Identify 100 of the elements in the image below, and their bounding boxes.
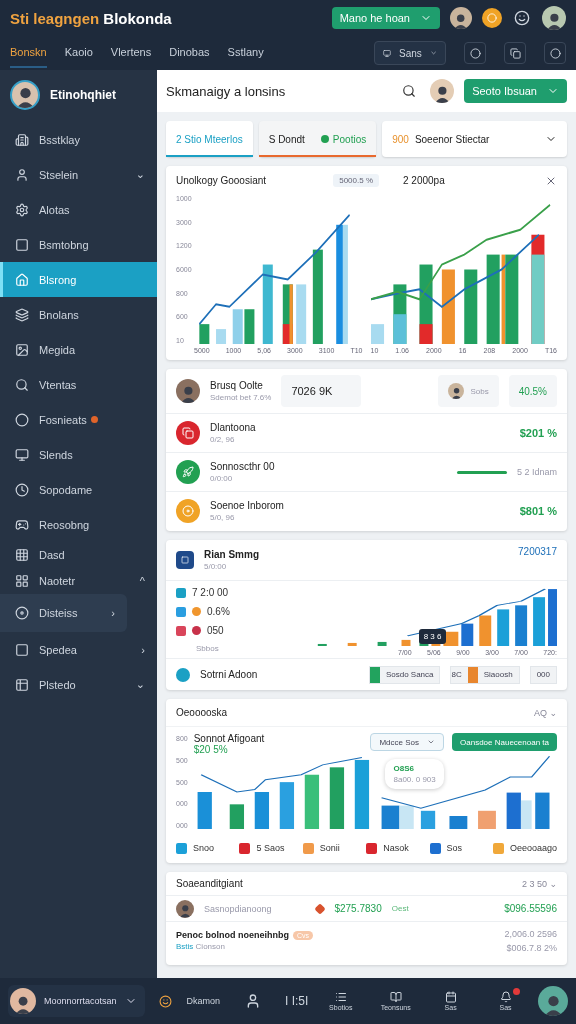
sidebar-item[interactable]: Vtentas	[0, 367, 157, 402]
user-name: Sobs	[470, 386, 489, 396]
monitor-icon	[383, 47, 391, 59]
list-icon	[334, 991, 347, 1003]
caret-icon	[429, 48, 437, 58]
avatar	[542, 6, 566, 30]
account-subtitle: 0/2, 96	[210, 435, 236, 444]
filter-dropdown[interactable]: 900 Soeenor Stiectar	[382, 121, 567, 157]
sidebar-item[interactable]: Slends	[0, 437, 157, 472]
chevron: ⌄	[135, 168, 145, 181]
nav-tab[interactable]: Kaoio	[64, 38, 93, 68]
account-value: $201 %	[519, 427, 557, 439]
legend-chip[interactable]: 8C Siaoosh	[450, 665, 520, 684]
card-title: Oeooooska	[176, 707, 229, 718]
sidebar-item[interactable]: Dasd	[0, 542, 157, 568]
ledger-subtitle: Bstis Cionson	[176, 942, 226, 951]
chevron: ⌄	[135, 678, 145, 691]
sidebar-item[interactable]: Bnolans	[0, 297, 157, 332]
sidebar-item[interactable]: Plstedo ⌄	[0, 667, 157, 702]
avatar	[10, 80, 40, 110]
sidebar-item[interactable]: Bsmtobng	[0, 227, 157, 262]
profile-name: Etinohqhiet	[50, 88, 116, 102]
range-select[interactable]: 2 3 50 ⌄	[521, 878, 557, 889]
select-field[interactable]: Sans	[374, 41, 446, 65]
sidebar-item[interactable]: Disteiss ›	[0, 594, 127, 632]
chart-title: Sonnot Afigoant	[193, 733, 266, 744]
ledger-value: 2,006.0 2596	[504, 928, 557, 939]
menu-icon	[15, 412, 29, 427]
menu-icon	[15, 342, 29, 357]
sidebar-item[interactable]: Bsstklay	[0, 122, 157, 157]
account-name: Dlantoona	[210, 422, 257, 433]
time-text: I I:5I	[285, 994, 309, 1008]
chart-value: $20 5%	[193, 744, 229, 755]
menu-icon	[15, 606, 29, 620]
nav-tab[interactable]: Sstlany	[227, 38, 264, 68]
status-icon	[320, 135, 329, 143]
card-title: Unolkogy Gooosiant	[176, 175, 267, 186]
sidebar-item[interactable]: Alotas	[0, 192, 157, 227]
sidebar-item[interactable]: Naotetr ^	[0, 568, 157, 594]
nav-tab[interactable]: Vlertens	[110, 38, 152, 68]
range-select[interactable]: AQ ⌄	[533, 707, 557, 718]
menu-icon	[15, 517, 29, 532]
avatar	[450, 7, 472, 29]
chevron: ›	[141, 643, 145, 656]
legend-value: 7 2:0 00	[192, 587, 229, 598]
ledger-name: Sasnopdianoong	[204, 903, 273, 914]
nav-tab[interactable]: Dinobas	[169, 38, 210, 68]
menu-icon	[15, 548, 29, 562]
book-icon	[389, 991, 402, 1003]
page-title: Skmanaigy a lonsins	[166, 83, 287, 99]
select-button[interactable]: Mdcce Sos	[370, 733, 445, 751]
account-value: 5 2 Idnam	[516, 467, 557, 477]
legend-label: Sos	[446, 843, 463, 853]
change-value: 40.5%	[518, 385, 547, 397]
tab[interactable]: S Dondt Pootios	[258, 121, 377, 157]
smiley-icon[interactable]	[512, 8, 532, 28]
menu-icon	[15, 677, 29, 692]
ledger-amount: $275.7830	[334, 903, 382, 914]
menu-icon	[15, 237, 29, 252]
bell-icon	[499, 991, 512, 1003]
sidebar-item[interactable]: Sopodame	[0, 472, 157, 507]
chart-title: 2 2000pa	[402, 175, 446, 186]
chart-tooltip: O8S6 8a00. 0 903	[385, 759, 444, 789]
copy-icon[interactable]	[504, 42, 526, 64]
card-title: Soaeanditgiant	[176, 878, 244, 889]
menu-icon	[15, 642, 29, 657]
sidebar-item[interactable]: Megida	[0, 332, 157, 367]
chevron: ›	[111, 607, 115, 619]
nav-tab[interactable]: Bonskn	[10, 38, 47, 68]
legend-chip[interactable]: 000	[529, 665, 557, 684]
legend-label: Oeeooaago	[509, 843, 557, 853]
legend-chip[interactable]: Sosdo Sanca	[368, 665, 441, 684]
account-name: Sonnoscthr 00	[210, 461, 276, 472]
profile-name: Brusq Oolte	[210, 380, 264, 391]
account-name: Soenoe Inborom	[210, 500, 285, 511]
trend-bar	[456, 470, 507, 474]
coin-label: Dkamon	[186, 996, 221, 1006]
sidebar-item[interactable]: Reosobng	[0, 507, 157, 542]
avatar	[176, 379, 200, 403]
menu-icon	[15, 377, 29, 392]
user-switcher[interactable]: Moonnorrtacotsan	[8, 985, 145, 1017]
calendar-icon	[444, 991, 457, 1003]
app-title: Sti leagngen Blokonda	[10, 9, 173, 27]
menu-icon	[15, 447, 29, 462]
legend-label: Nasok	[383, 843, 409, 853]
menu-icon	[15, 202, 29, 217]
card-title: Rian Smmg	[204, 549, 260, 560]
menu-icon	[15, 482, 29, 497]
status-label: Pootios	[332, 133, 367, 145]
avatar	[176, 899, 194, 918]
sidebar-item[interactable]: Stselein ⌄	[0, 157, 157, 192]
ledger-value: $006.7.8 2%	[506, 942, 557, 953]
account-subtitle: 5/0, 96	[210, 513, 236, 522]
menu-icon	[15, 574, 29, 588]
menu-icon	[15, 167, 29, 182]
legend-label: Snoo	[193, 843, 215, 853]
sidebar-item[interactable]: Fosnieats	[0, 402, 157, 437]
ledger-name: Penoc bolnod noeneihnbg	[176, 930, 289, 940]
ledger-total: $096.55596	[504, 903, 557, 914]
sidebar-item[interactable]: Spedea ›	[0, 632, 157, 667]
